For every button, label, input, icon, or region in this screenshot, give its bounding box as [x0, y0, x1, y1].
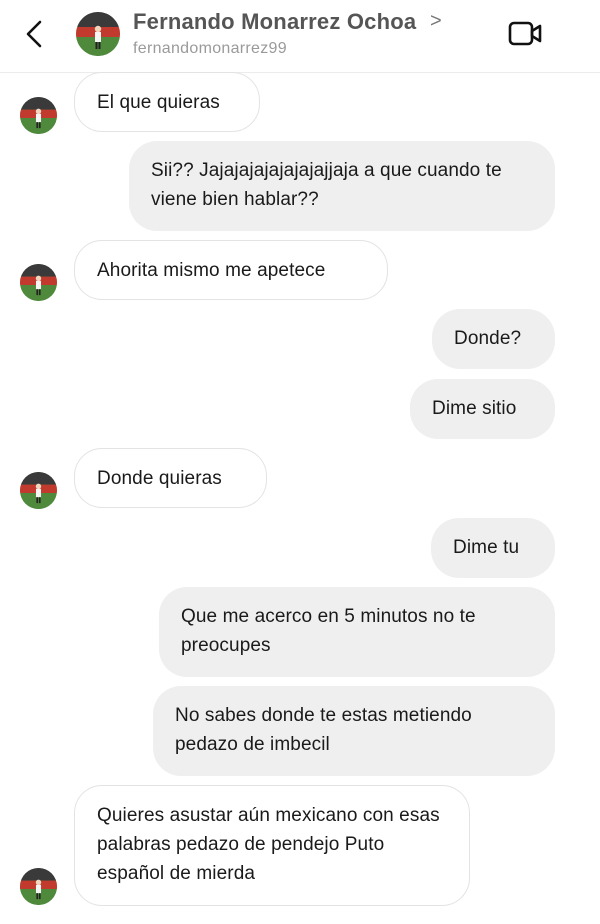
message-bubble-outgoing[interactable]: No sabes donde te estas metiendo pedazo … — [153, 686, 555, 776]
video-camera-icon — [508, 21, 542, 46]
message-bubble-incoming[interactable]: El que quieras — [74, 72, 260, 132]
avatar[interactable] — [20, 868, 57, 905]
message-bubble-outgoing[interactable]: Dime sitio — [410, 379, 555, 439]
contact-username: fernandomonarrez99 — [133, 40, 287, 57]
message-bubble-outgoing[interactable]: Que me acerco en 5 minutos no te preocup… — [159, 587, 555, 677]
avatar[interactable] — [76, 12, 120, 56]
avatar[interactable] — [20, 264, 57, 301]
avatar-photo — [20, 868, 57, 905]
message-bubble-outgoing[interactable]: Dime tu — [431, 518, 555, 578]
chevron-right-icon[interactable]: > — [430, 10, 442, 33]
chevron-left-icon — [26, 20, 42, 48]
avatar-photo — [76, 12, 120, 56]
video-call-button[interactable] — [506, 18, 546, 50]
message-bubble-incoming[interactable]: Donde quieras — [74, 448, 267, 508]
avatar-photo — [20, 97, 57, 134]
avatar[interactable] — [20, 472, 57, 509]
back-button[interactable] — [20, 16, 50, 52]
avatar-photo — [20, 472, 57, 509]
message-bubble-outgoing[interactable]: Donde? — [432, 309, 555, 369]
chat-header: Fernando Monarrez Ochoa > fernandomonarr… — [0, 0, 600, 73]
message-bubble-outgoing[interactable]: Sii?? Jajajajajajajajajjaja a que cuando… — [129, 141, 555, 231]
avatar[interactable] — [20, 97, 57, 134]
message-bubble-incoming[interactable]: Quieres asustar aún mexicano con esas pa… — [74, 785, 470, 906]
message-bubble-incoming[interactable]: Ahorita mismo me apetece — [74, 240, 388, 300]
contact-name[interactable]: Fernando Monarrez Ochoa — [133, 9, 416, 35]
avatar-photo — [20, 264, 57, 301]
